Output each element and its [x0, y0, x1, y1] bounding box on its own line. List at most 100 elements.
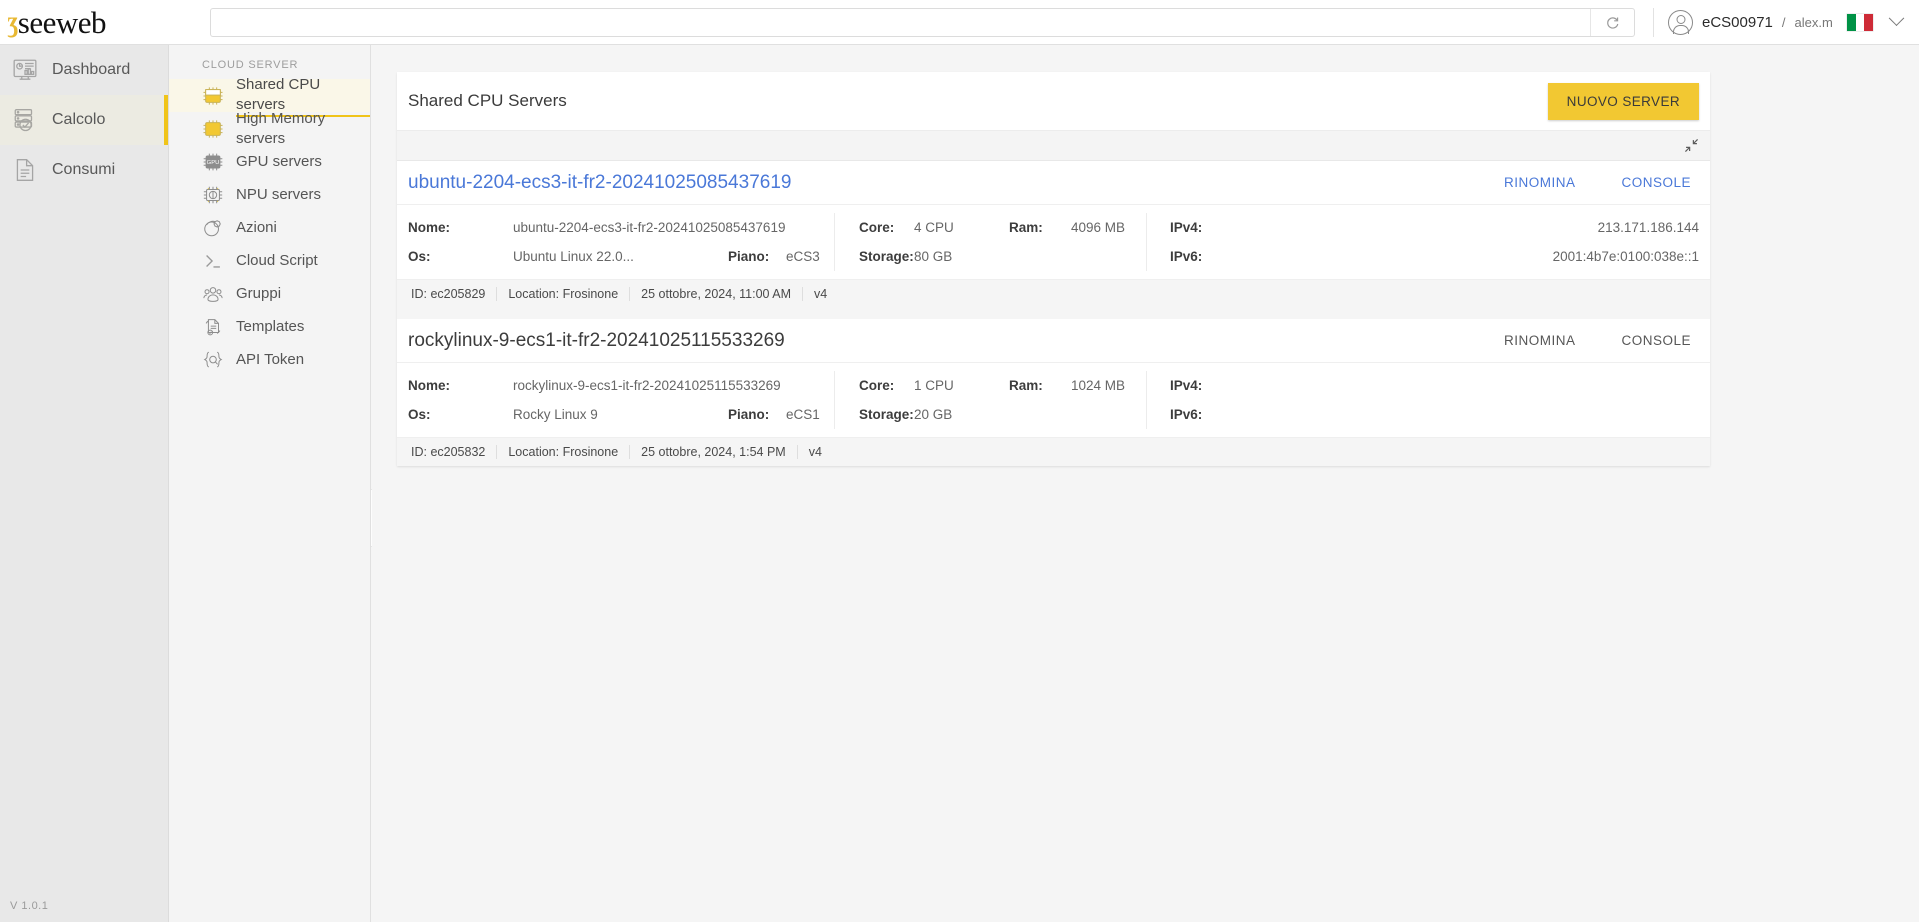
sidebar-item-cloud-script[interactable]: Cloud Script	[169, 244, 370, 277]
server-id: ID: ec205832	[411, 445, 486, 459]
server-network-column: IPv4: IPv6:	[1146, 371, 1710, 429]
rinomina-button[interactable]: RINOMINA	[1504, 175, 1576, 190]
italian-flag-icon	[1846, 14, 1873, 31]
nome-value: rockylinux-9-ecs1-it-fr2-202410251155332…	[513, 378, 781, 393]
primary-sidebar: Dashboard Calcolo Consumi V 1.0.1	[0, 45, 169, 922]
console-button[interactable]: CONSOLE	[1621, 333, 1691, 348]
server-resources-column: Core: 1 CPU Ram: 1024 MB Storage: 20 GB	[834, 371, 1146, 429]
server-ipv4-row: IPv4:	[1170, 371, 1699, 400]
storage-value: 20 GB	[914, 407, 953, 422]
os-value: Rocky Linux 9	[513, 407, 598, 422]
server-network-column: IPv4: 213.171.186.144 IPv6: 2001:4b7e:01…	[1146, 213, 1710, 271]
server-storage-row: Storage: 20 GB	[859, 400, 1146, 429]
server-card-header: ubuntu-2204-ecs3-it-fr2-2024102508543761…	[397, 161, 1710, 205]
server-card-body: Nome: ubuntu-2204-ecs3-it-fr2-2024102508…	[397, 205, 1710, 279]
shared-cpu-servers-panel: Shared CPU Servers NUOVO SERVER ubuntu-2…	[397, 72, 1710, 466]
server-stack-icon	[12, 107, 38, 133]
server-os-row: Os: Ubuntu Linux 22.0... Piano: eCS3	[408, 242, 834, 271]
sidebar-item-calcolo[interactable]: Calcolo	[0, 95, 168, 145]
rinomina-button[interactable]: RINOMINA	[1504, 333, 1576, 348]
main-content: Shared CPU Servers NUOVO SERVER ubuntu-2…	[372, 45, 1919, 922]
sidebar-item-gpu-servers[interactable]: GPU GPU servers	[169, 145, 370, 178]
users-group-icon	[202, 283, 224, 305]
core-label: Core:	[859, 378, 895, 393]
server-created-date: 25 ottobre, 2024, 11:00 AM	[629, 287, 802, 301]
server-created-date: 25 ottobre, 2024, 1:54 PM	[629, 445, 797, 459]
server-card-actions: RINOMINA CONSOLE	[1504, 175, 1699, 190]
sidebar-item-api-token[interactable]: API Token	[169, 343, 370, 376]
sidebar-item-label: Templates	[236, 317, 305, 335]
sidebar-item-consumi[interactable]: Consumi	[0, 145, 168, 195]
chevron-down-icon[interactable]	[1888, 10, 1905, 27]
piano-label: Piano:	[728, 249, 770, 264]
sidebar-item-azioni[interactable]: Azioni	[169, 211, 370, 244]
search-bar[interactable]	[210, 8, 1635, 37]
server-card-footer: ID: ec205832 Location: Frosinone 25 otto…	[397, 437, 1710, 466]
server-name-row: Nome: rockylinux-9-ecs1-it-fr2-202410251…	[408, 371, 834, 400]
sidebar-item-label: Cloud Script	[236, 251, 318, 269]
nome-label: Nome:	[408, 220, 451, 235]
ram-label: Ram:	[1009, 220, 1043, 235]
sidebar-item-label: NPU servers	[236, 185, 322, 203]
cpu-chip-icon	[202, 85, 224, 107]
panel-header: Shared CPU Servers NUOVO SERVER	[397, 72, 1710, 130]
sidebar-item-high-memory-servers[interactable]: High Memory servers	[169, 110, 370, 147]
server-version: v4	[796, 445, 833, 459]
terminal-prompt-icon	[202, 250, 224, 272]
sidebar-item-npu-servers[interactable]: NPU servers	[169, 178, 370, 211]
server-card-actions: RINOMINA CONSOLE	[1504, 333, 1699, 348]
ram-label: Ram:	[1009, 378, 1043, 393]
refresh-icon[interactable]	[1590, 9, 1634, 36]
server-card: ubuntu-2204-ecs3-it-fr2-2024102508543761…	[397, 161, 1710, 308]
search-input[interactable]	[211, 9, 1590, 36]
os-value: Ubuntu Linux 22.0...	[513, 249, 634, 264]
piano-value: eCS3	[786, 249, 820, 264]
app-version: V 1.0.1	[10, 900, 49, 912]
brand-logo[interactable]: ʒ seeweb	[0, 0, 170, 45]
sidebar-item-label: Calcolo	[52, 111, 106, 128]
sidebar-item-label: Consumi	[52, 161, 116, 178]
npu-chip-icon	[202, 184, 224, 206]
server-identity-column: Nome: ubuntu-2204-ecs3-it-fr2-2024102508…	[397, 213, 834, 271]
piano-label: Piano:	[728, 407, 770, 422]
sidebar-item-gruppi[interactable]: Gruppi	[169, 277, 370, 310]
server-core-row: Core: 1 CPU Ram: 1024 MB	[859, 371, 1146, 400]
server-ipv4-row: IPv4: 213.171.186.144	[1170, 213, 1699, 242]
sidebar-item-templates[interactable]: Templates	[169, 310, 370, 343]
ipv4-value: 213.171.186.144	[1597, 220, 1699, 235]
core-value: 4 CPU	[914, 220, 954, 235]
server-card-body: Nome: rockylinux-9-ecs1-it-fr2-202410251…	[397, 363, 1710, 437]
storage-value: 80 GB	[914, 249, 953, 264]
server-core-row: Core: 4 CPU Ram: 4096 MB	[859, 213, 1146, 242]
new-server-button[interactable]: NUOVO SERVER	[1547, 82, 1699, 120]
ipv6-label: IPv6:	[1170, 249, 1203, 264]
server-ipv6-row: IPv6: 2001:4b7e:0100:038e::1	[1170, 242, 1699, 271]
dashboard-icon	[12, 57, 38, 83]
storage-label: Storage:	[859, 407, 914, 422]
core-value: 1 CPU	[914, 378, 954, 393]
core-label: Core:	[859, 220, 895, 235]
sidebar-item-shared-cpu-servers[interactable]: Shared CPU servers	[169, 76, 370, 117]
api-token-icon	[202, 349, 224, 371]
server-location: Location: Frosinone	[496, 287, 629, 301]
gpu-chip-icon: GPU	[202, 151, 224, 173]
sidebar-item-dashboard[interactable]: Dashboard	[0, 45, 168, 95]
server-ipv6-row: IPv6:	[1170, 400, 1699, 429]
piano-value: eCS1	[786, 407, 820, 422]
sidebar-item-label: Gruppi	[236, 284, 282, 302]
server-os-row: Os: Rocky Linux 9 Piano: eCS1	[408, 400, 834, 429]
memory-chip-icon	[202, 118, 224, 140]
server-name-text[interactable]: rockylinux-9-ecs1-it-fr2-202410251155332…	[408, 330, 785, 352]
os-label: Os:	[408, 249, 431, 264]
server-version: v4	[802, 287, 838, 301]
ram-value: 4096 MB	[1071, 220, 1126, 235]
sidebar-item-label: Azioni	[236, 218, 277, 236]
sidebar-item-label: API Token	[236, 350, 305, 368]
server-identity-column: Nome: rockylinux-9-ecs1-it-fr2-202410251…	[397, 371, 834, 429]
collapse-all-icon[interactable]	[1684, 138, 1699, 153]
ipv4-label: IPv4:	[1170, 378, 1203, 393]
console-button[interactable]: CONSOLE	[1621, 175, 1691, 190]
account-menu[interactable]: eCS00971 / alex.m	[1668, 0, 1905, 45]
server-card-footer: ID: ec205829 Location: Frosinone 25 otto…	[397, 279, 1710, 308]
server-name-link[interactable]: ubuntu-2204-ecs3-it-fr2-2024102508543761…	[408, 172, 791, 194]
